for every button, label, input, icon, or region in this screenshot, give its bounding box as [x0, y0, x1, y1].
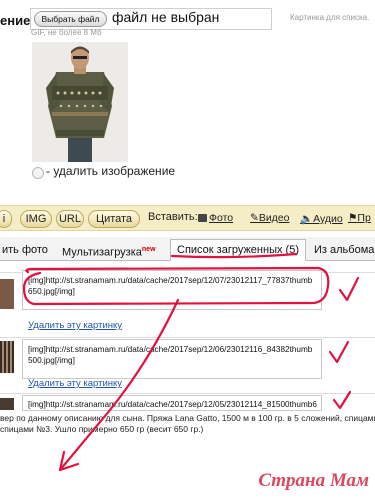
upload-url-field[interactable]: [img]http://st.stranamam.ru/data/cache/2… — [22, 339, 322, 379]
insert-more-label: Пр — [357, 212, 371, 224]
description-line: вер по данному описанию для сына. Пряжа … — [0, 413, 375, 423]
insert-audio-label: Аудио — [313, 213, 343, 225]
speaker-icon: 🔈 — [300, 213, 314, 225]
pencil-icon: ✎ — [250, 212, 259, 224]
annotation-check-3 — [332, 390, 352, 410]
insert-video-link[interactable]: ✎Видео — [250, 212, 290, 224]
row-divider — [0, 337, 375, 338]
insert-more-link[interactable]: ⚑Пр — [348, 212, 371, 224]
row-divider — [0, 393, 375, 394]
delete-image-link[interactable]: Удалить эту картинку — [28, 320, 122, 331]
new-badge: new — [141, 246, 156, 253]
annotation-arrow-head — [58, 450, 80, 472]
insert-video-label: Видео — [258, 212, 290, 224]
quote-button[interactable]: Цитата — [88, 210, 140, 228]
description-line: спицами №3. Ушло примерно 650 гр (весит … — [0, 424, 204, 434]
tab-upload-photo[interactable]: ить фото — [0, 240, 54, 260]
site-watermark: Страна Мам — [258, 470, 369, 491]
sweater-photo — [32, 42, 128, 162]
annotation-check-1 — [338, 276, 360, 302]
image-hint: Картинка для списка. — [290, 13, 370, 22]
upload-url-field[interactable]: [img]http://st.stranamam.ru/data/cache/2… — [22, 270, 322, 310]
insert-photo-link[interactable]: Фото — [198, 212, 233, 224]
insert-label: Вставить: — [148, 211, 198, 223]
tab-multiupload-label: Мультизагрузка — [62, 246, 142, 259]
camera-icon — [198, 214, 207, 222]
tab-uploaded-list[interactable]: Список загруженных (5) — [170, 239, 306, 261]
tab-from-album[interactable]: Из альбома — [308, 240, 375, 260]
post-description: вер по данному описанию для сына. Пряжа … — [0, 413, 375, 435]
choose-file-button[interactable]: Выбрать файл — [34, 11, 107, 27]
insert-audio-link[interactable]: 🔈Аудио — [300, 212, 343, 225]
remove-image-label: - удалить изображение — [46, 164, 176, 178]
no-file-text: файл не выбран — [112, 9, 220, 25]
upload-url-field[interactable]: [img]http://st.stranamam.ru/data/cache/2… — [22, 395, 322, 411]
upload-thumbnail — [0, 341, 14, 373]
upload-thumbnail — [0, 279, 14, 309]
italic-button[interactable]: i — [0, 210, 12, 228]
delete-image-link[interactable]: Удалить эту картинку — [28, 378, 122, 389]
upload-thumbnail — [0, 398, 14, 410]
annotation-check-2 — [328, 340, 350, 364]
upload-tabs: ить фото Мультизагрузкаnew Список загруж… — [0, 237, 375, 261]
flag-icon: ⚑ — [348, 212, 358, 224]
url-button[interactable]: URL — [56, 210, 84, 228]
insert-photo-label: Фото — [209, 212, 234, 224]
tab-multiupload[interactable]: Мультизагрузкаnew — [56, 240, 162, 260]
size-limit-note: GIF, не более 8 Мб — [31, 28, 102, 37]
img-button[interactable]: IMG — [20, 210, 52, 228]
remove-image-checkbox[interactable] — [32, 167, 44, 179]
